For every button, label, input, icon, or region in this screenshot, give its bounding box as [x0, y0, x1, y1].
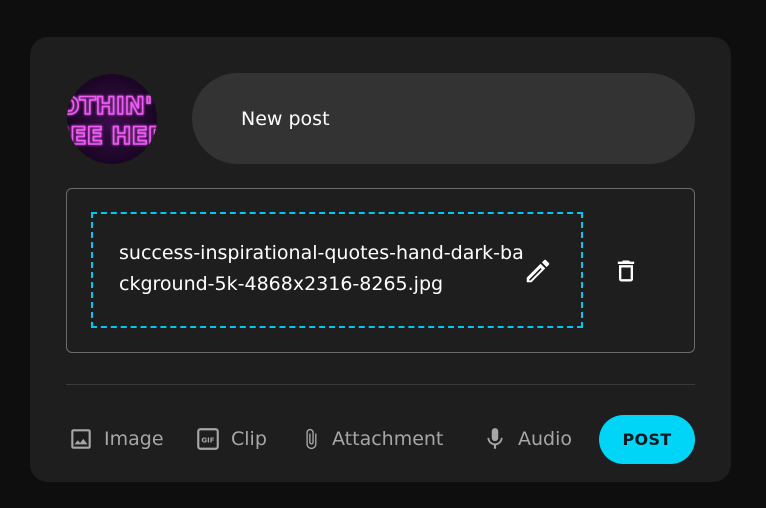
new-post-input[interactable]: New post [192, 73, 695, 164]
paperclip-icon [300, 424, 322, 454]
trash-icon [617, 260, 635, 282]
avatar-neon-line-1: OTHIN' TO [67, 92, 157, 120]
audio-button-label: Audio [518, 428, 573, 450]
new-post-placeholder: New post [241, 107, 330, 130]
post-button[interactable]: POST [599, 415, 695, 464]
pencil-icon [526, 259, 550, 283]
clip-button-label: Clip [231, 428, 267, 450]
add-attachment-button[interactable]: Attachment [300, 422, 443, 456]
gif-icon: GIF [195, 426, 221, 452]
edit-file-button[interactable] [523, 256, 553, 286]
attachment-preview-box: success-inspirational-quotes-hand-dark-b… [66, 188, 695, 353]
attachment-button-label: Attachment [332, 428, 444, 450]
image-icon [68, 426, 94, 452]
add-audio-button[interactable]: Audio [482, 422, 572, 456]
add-image-button[interactable]: Image [68, 422, 164, 456]
post-composer-card: OTHIN' TO SEE HERE New post success-insp… [30, 37, 731, 482]
avatar-image: OTHIN' TO SEE HERE [67, 91, 157, 151]
avatar-neon-line-2: SEE HERE [67, 122, 157, 150]
attached-file-name: success-inspirational-quotes-hand-dark-b… [119, 242, 524, 295]
delete-file-button[interactable] [612, 256, 640, 286]
image-button-label: Image [104, 428, 164, 450]
add-clip-button[interactable]: GIF Clip [195, 422, 267, 456]
svg-text:GIF: GIF [201, 435, 214, 444]
microphone-icon [482, 425, 508, 453]
attached-file-item[interactable]: success-inspirational-quotes-hand-dark-b… [91, 212, 583, 328]
toolbar-divider [66, 384, 695, 385]
avatar[interactable]: OTHIN' TO SEE HERE [67, 74, 157, 164]
post-button-label: POST [622, 430, 672, 449]
